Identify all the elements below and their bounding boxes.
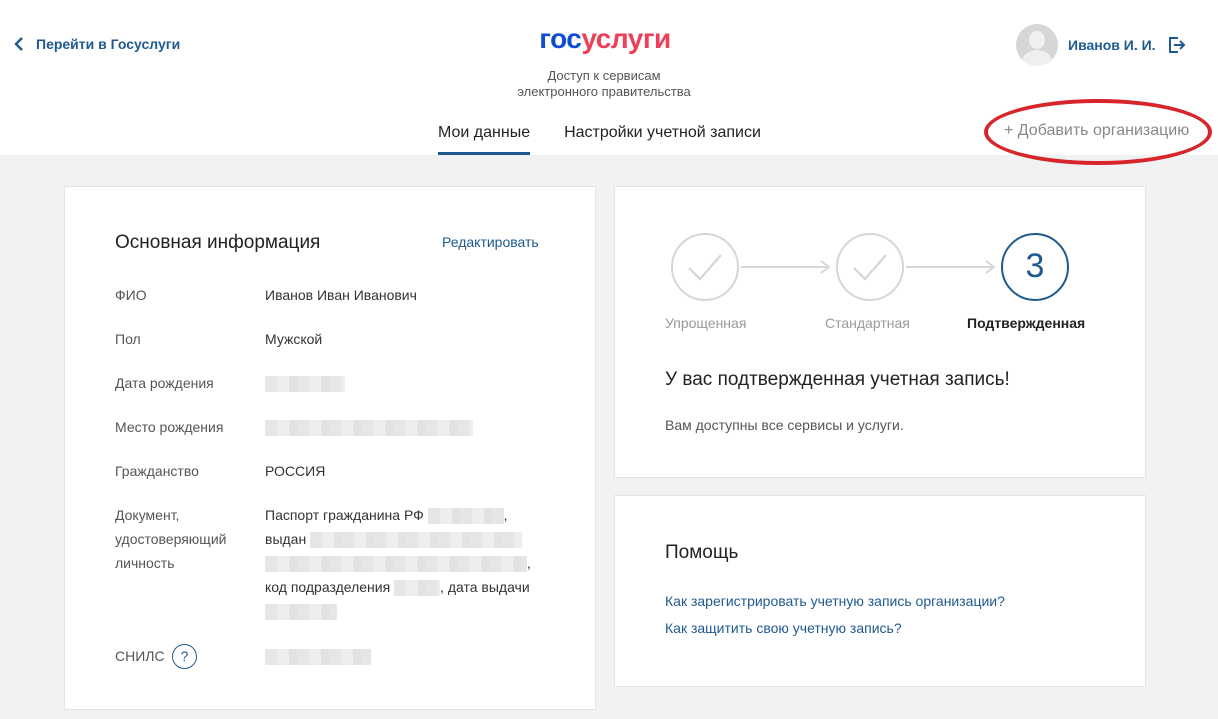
redacted-issue-date xyxy=(265,604,337,621)
logo-part2: услуги xyxy=(581,23,671,54)
redacted-birth-date xyxy=(265,376,345,393)
fio-value: Иванов Иван Иванович xyxy=(265,287,417,303)
tagline: Доступ к сервисам электронного правитель… xyxy=(480,68,728,100)
edit-link[interactable]: Редактировать xyxy=(442,234,539,250)
document-label-line2: удостоверяющий xyxy=(115,531,227,547)
help-card: Помощь Как зарегистрировать учетную запи… xyxy=(614,495,1146,687)
tab-account-settings[interactable]: Настройки учетной записи xyxy=(564,112,761,155)
birth-date-value xyxy=(265,371,345,395)
document-line5 xyxy=(265,599,555,623)
header: Перейти в Госуслуги госуслуги Доступ к с… xyxy=(0,0,1218,165)
redacted-issuer-line2 xyxy=(265,556,527,573)
status-description: Вам доступны все сервисы и услуги. xyxy=(665,417,904,433)
checkmark-icon xyxy=(688,254,722,281)
back-to-gosuslugi-link[interactable]: Перейти в Госуслуги xyxy=(14,36,180,52)
redacted-issuer-line1 xyxy=(310,532,523,549)
redacted-dept-code xyxy=(394,580,441,597)
step-simplified-label: Упрощенная xyxy=(665,315,747,331)
avatar-body-shape xyxy=(1022,50,1052,66)
main-info-title: Основная информация xyxy=(115,232,321,253)
step-confirmed-label: Подтвержденная xyxy=(967,315,1086,331)
redacted-snils xyxy=(265,649,371,666)
document-comma-2: , xyxy=(527,555,531,571)
chevron-left-icon xyxy=(14,37,23,51)
dept-code-text: код подразделения xyxy=(265,579,391,595)
issued-text: выдан xyxy=(265,531,307,547)
account-status-card: 3 Упрощенная Стандартная Подтвержденная … xyxy=(614,186,1146,478)
birth-place-value xyxy=(265,415,473,439)
snils-label: СНИЛС xyxy=(115,648,165,664)
document-comma-1: , xyxy=(503,507,508,523)
issue-date-text: , дата выдачи xyxy=(440,579,530,595)
document-label: Документ, удостоверяющий личность xyxy=(115,503,226,575)
document-line3: , xyxy=(265,551,555,575)
checkmark-icon xyxy=(853,254,887,281)
avatar-head-shape xyxy=(1029,31,1045,49)
help-link-protect-account[interactable]: Как защитить свою учетную запись? xyxy=(665,620,902,636)
step-confirmed-circle: 3 xyxy=(1001,233,1069,301)
avatar[interactable] xyxy=(1016,24,1058,66)
birth-date-label: Дата рождения xyxy=(115,375,214,391)
gender-value: Мужской xyxy=(265,331,323,347)
gosuslugi-logo[interactable]: госуслуги xyxy=(530,22,680,56)
help-link-register-org[interactable]: Как зарегистрировать учетную запись орга… xyxy=(665,593,1005,609)
fio-label: ФИО xyxy=(115,287,147,303)
citizenship-value: РОССИЯ xyxy=(265,463,326,479)
step-connector-2 xyxy=(906,266,992,268)
birth-place-label: Место рождения xyxy=(115,419,224,435)
logo-part1: гос xyxy=(539,23,582,54)
tabs: Мои данные Настройки учетной записи xyxy=(438,112,795,155)
document-line4: код подразделения , дата выдачи xyxy=(265,575,555,599)
status-title: У вас подтвержденная учетная запись! xyxy=(665,369,1010,390)
citizenship-label: Гражданство xyxy=(115,463,199,479)
user-menu[interactable]: Иванов И. И. xyxy=(1016,24,1186,66)
main-info-card: Основная информация Редактировать ФИО Ив… xyxy=(64,186,596,710)
document-label-line1: Документ, xyxy=(115,507,180,523)
tagline-line2: электронного правительства xyxy=(517,84,691,99)
gender-label: Пол xyxy=(115,331,141,347)
add-organization-link[interactable]: + Добавить организацию xyxy=(1004,122,1189,140)
step-connector-1 xyxy=(741,266,827,268)
document-label-line3: личность xyxy=(115,555,175,571)
help-title: Помощь xyxy=(665,542,739,563)
back-link-label: Перейти в Госуслуги xyxy=(36,36,181,52)
document-line2: выдан xyxy=(265,527,555,551)
step-standard-label: Стандартная xyxy=(825,315,910,331)
logout-icon[interactable] xyxy=(1168,37,1186,53)
tagline-line1: Доступ к сервисам xyxy=(547,68,661,83)
snils-value xyxy=(265,644,371,668)
redacted-birth-place xyxy=(265,420,473,437)
step-simplified-circle xyxy=(671,233,739,301)
snils-help-icon[interactable]: ? xyxy=(172,644,197,669)
passport-text: Паспорт гражданина РФ xyxy=(265,507,424,523)
tab-my-data[interactable]: Мои данные xyxy=(438,112,531,155)
arrow-right-icon xyxy=(820,260,831,274)
user-name[interactable]: Иванов И. И. xyxy=(1068,37,1156,53)
document-value: Паспорт гражданина РФ , выдан , код подр… xyxy=(265,503,555,623)
redacted-passport-number xyxy=(427,508,504,525)
document-line1: Паспорт гражданина РФ , xyxy=(265,503,555,527)
arrow-right-icon xyxy=(985,260,996,274)
step-standard-circle xyxy=(836,233,904,301)
